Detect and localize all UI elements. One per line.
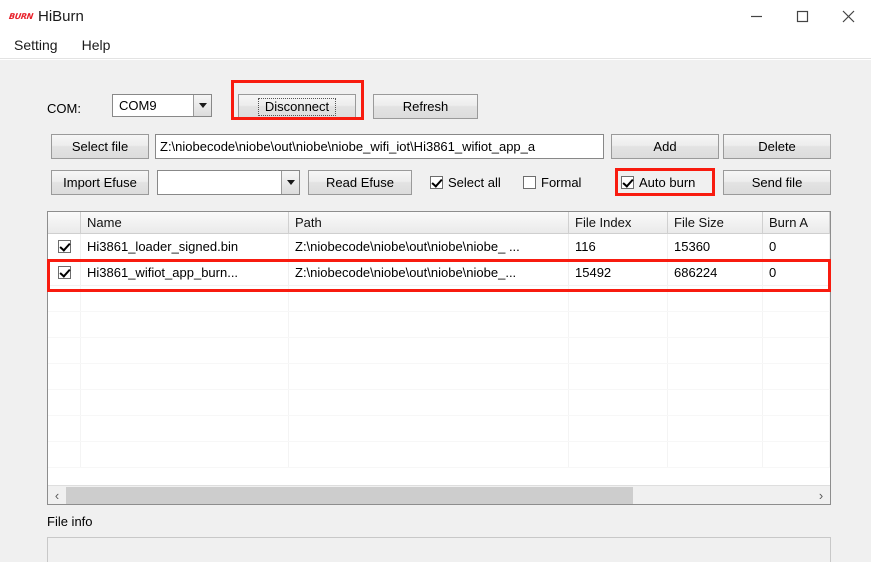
checkbox-icon[interactable] <box>430 176 443 189</box>
read-efuse-button-label: Read Efuse <box>326 175 394 190</box>
cell-name: Hi3861_wifiot_app_burn... <box>81 260 289 285</box>
row-checkbox[interactable] <box>48 260 81 285</box>
checkbox-icon[interactable] <box>523 176 536 189</box>
table-row-empty <box>48 390 830 416</box>
select-all-label: Select all <box>448 175 501 190</box>
scroll-left-icon[interactable]: ‹ <box>48 487 66 504</box>
column-header-file-size[interactable]: File Size <box>668 212 763 233</box>
checkbox-icon[interactable] <box>57 240 71 253</box>
column-header-check[interactable] <box>48 212 81 233</box>
window-title: HiBurn <box>38 7 84 25</box>
scrollbar-thumb[interactable] <box>66 486 633 504</box>
chevron-down-icon[interactable] <box>281 171 299 194</box>
cell-path: Z:\niobecode\niobe\out\niobe\niobe_... <box>289 260 569 285</box>
close-button[interactable] <box>825 0 871 32</box>
delete-button-label: Delete <box>758 139 796 154</box>
send-file-button-label: Send file <box>751 175 803 190</box>
file-list-header: Name Path File Index File Size Burn A <box>48 212 830 234</box>
add-button[interactable]: Add <box>611 134 719 159</box>
table-row-empty <box>48 338 830 364</box>
select-file-button-label: Select file <box>71 139 129 154</box>
client-area: COM: COM9 Disconnect Refresh Select file… <box>0 60 871 562</box>
cell-file-size: 686224 <box>668 260 763 285</box>
disconnect-button[interactable]: Disconnect <box>238 94 356 119</box>
select-all-checkbox[interactable]: Select all <box>430 175 501 190</box>
app-logo-icon: BURN <box>8 11 34 21</box>
cell-file-index: 116 <box>569 234 668 259</box>
com-port-value: COM9 <box>119 98 157 113</box>
file-info-field <box>47 537 831 562</box>
scroll-right-icon[interactable]: › <box>812 487 830 504</box>
com-port-select[interactable]: COM9 <box>112 94 212 117</box>
menu-item-setting[interactable]: Setting <box>4 34 68 56</box>
column-header-file-index[interactable]: File Index <box>569 212 668 233</box>
table-row-empty <box>48 286 830 312</box>
delete-button[interactable]: Delete <box>723 134 831 159</box>
com-label: COM: <box>47 101 81 116</box>
checkbox-icon[interactable] <box>621 176 634 189</box>
efuse-select[interactable] <box>157 170 300 195</box>
table-row-empty <box>48 364 830 390</box>
import-efuse-button-label: Import Efuse <box>63 175 137 190</box>
refresh-button[interactable]: Refresh <box>373 94 478 119</box>
table-row[interactable]: Hi3861_wifiot_app_burn... Z:\niobecode\n… <box>48 260 830 286</box>
cell-burn-a: 0 <box>763 260 830 285</box>
auto-burn-label: Auto burn <box>639 175 696 190</box>
column-header-name[interactable]: Name <box>81 212 289 233</box>
table-row-empty <box>48 442 830 468</box>
file-path-input[interactable]: Z:\niobecode\niobe\out\niobe\niobe_wifi_… <box>155 134 604 159</box>
table-row-empty <box>48 416 830 442</box>
cell-file-index: 15492 <box>569 260 668 285</box>
minimize-button[interactable] <box>733 0 779 32</box>
cell-file-size: 15360 <box>668 234 763 259</box>
checkbox-icon[interactable] <box>57 266 71 279</box>
send-file-button[interactable]: Send file <box>723 170 831 195</box>
select-file-button[interactable]: Select file <box>51 134 149 159</box>
menu-item-help[interactable]: Help <box>72 34 121 56</box>
scrollbar-track[interactable] <box>66 486 812 504</box>
formal-label: Formal <box>541 175 582 190</box>
maximize-button[interactable] <box>779 0 825 32</box>
chevron-down-icon[interactable] <box>193 95 211 116</box>
column-header-burn-a[interactable]: Burn A <box>763 212 830 233</box>
cell-path: Z:\niobecode\niobe\out\niobe\niobe_ ... <box>289 234 569 259</box>
title-bar: BURN HiBurn <box>0 0 871 32</box>
table-row-empty <box>48 312 830 338</box>
window-controls <box>733 0 871 32</box>
disconnect-button-label: Disconnect <box>257 97 337 116</box>
read-efuse-button[interactable]: Read Efuse <box>308 170 412 195</box>
cell-burn-a: 0 <box>763 234 830 259</box>
add-button-label: Add <box>653 139 677 154</box>
file-info-label: File info <box>47 514 93 529</box>
auto-burn-checkbox[interactable]: Auto burn <box>621 175 695 190</box>
row-checkbox[interactable] <box>48 234 81 259</box>
import-efuse-button[interactable]: Import Efuse <box>51 170 149 195</box>
formal-checkbox[interactable]: Formal <box>523 175 581 190</box>
cell-name: Hi3861_loader_signed.bin <box>81 234 289 259</box>
column-header-path[interactable]: Path <box>289 212 569 233</box>
horizontal-scrollbar[interactable]: ‹ › <box>48 485 830 504</box>
refresh-button-label: Refresh <box>402 99 449 114</box>
hiburn-window: BURN HiBurn Setting Help COM: COM9 Disco… <box>0 0 871 562</box>
menu-bar: Setting Help <box>0 32 871 59</box>
file-list[interactable]: Name Path File Index File Size Burn A Hi… <box>47 211 831 505</box>
table-row[interactable]: Hi3861_loader_signed.bin Z:\niobecode\ni… <box>48 234 830 260</box>
